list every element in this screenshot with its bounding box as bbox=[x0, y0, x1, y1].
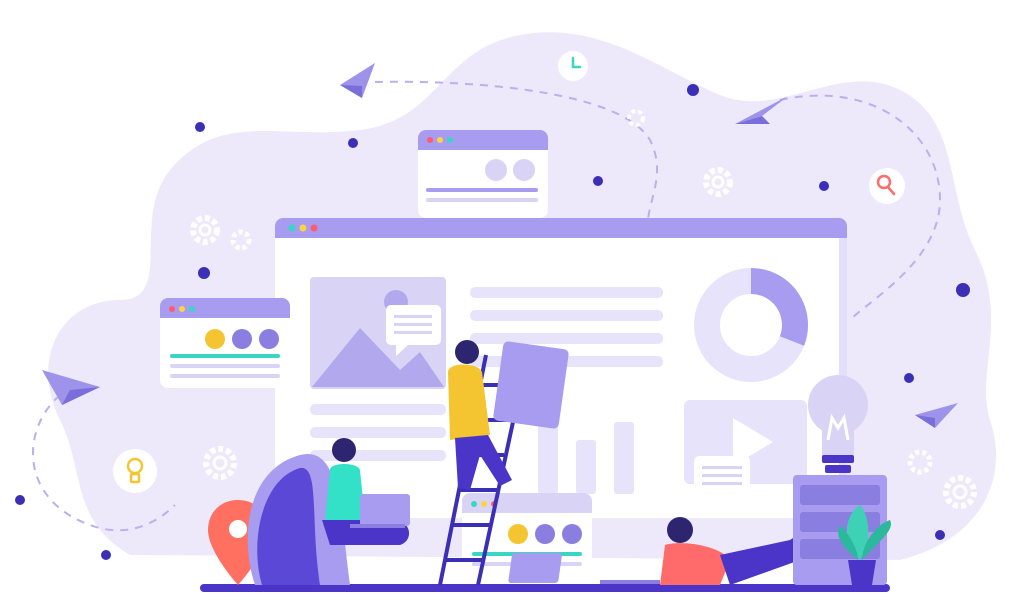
clock-icon bbox=[558, 51, 588, 81]
lightbulb-icon bbox=[113, 449, 157, 493]
paper-plane-icon bbox=[340, 63, 375, 98]
teamwork-illustration bbox=[15, 32, 997, 592]
floating-window-top bbox=[418, 130, 548, 218]
illustration-scene bbox=[0, 0, 1024, 611]
floating-window-left bbox=[160, 298, 290, 388]
floor-line bbox=[200, 584, 890, 592]
search-icon bbox=[869, 168, 905, 204]
